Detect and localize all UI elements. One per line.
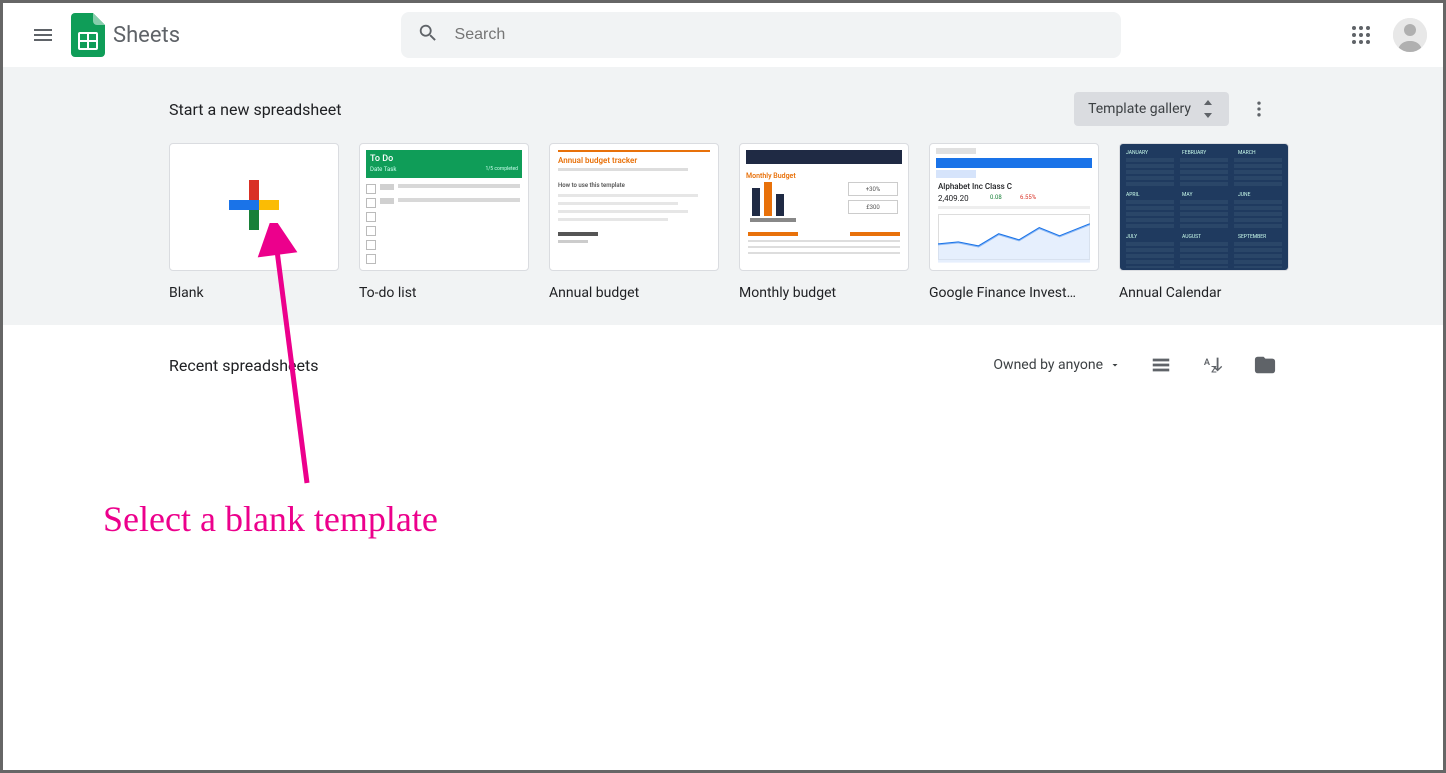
- account-avatar[interactable]: [1393, 18, 1427, 52]
- recent-controls: Owned by anyone AZ: [993, 353, 1277, 377]
- template-google-finance[interactable]: Alphabet Inc Class C 2,409.20 0.08 6.55%…: [929, 143, 1099, 301]
- logo-area[interactable]: Sheets: [71, 13, 180, 57]
- search-icon: [417, 22, 439, 48]
- svg-text:A: A: [1204, 358, 1211, 368]
- template-todo-label: To-do list: [359, 285, 529, 301]
- template-blank-label: Blank: [169, 285, 339, 301]
- list-view-button[interactable]: [1149, 353, 1173, 377]
- template-annual-calendar-label: Annual Calendar: [1119, 285, 1289, 301]
- header: Sheets: [3, 3, 1443, 67]
- recent-section-title: Recent spreadsheets: [169, 356, 319, 375]
- sort-az-button[interactable]: AZ: [1201, 353, 1225, 377]
- unfold-more-icon: [1201, 100, 1215, 118]
- annotation-text: Select a blank template: [103, 498, 438, 540]
- template-annual-calendar[interactable]: JANUARY FEBRUARY MARCH APRIL MAY JUNE JU…: [1119, 143, 1289, 301]
- template-gallery-label: Template gallery: [1088, 101, 1191, 117]
- template-monthly-budget-thumb: Monthly Budget +30% £300: [739, 143, 909, 271]
- plus-icon: [227, 178, 281, 236]
- templates-header: Start a new spreadsheet Template gallery: [163, 83, 1283, 143]
- template-blank[interactable]: Blank: [169, 143, 339, 301]
- template-monthly-budget-label: Monthly budget: [739, 285, 909, 301]
- template-google-finance-label: Google Finance Invest…: [929, 285, 1099, 301]
- template-todo-thumb: To Do Date Task 1/5 completed: [359, 143, 529, 271]
- templates-controls: Template gallery: [1074, 91, 1277, 127]
- more-options-button[interactable]: [1241, 91, 1277, 127]
- template-blank-thumb: [169, 143, 339, 271]
- template-annual-calendar-thumb: JANUARY FEBRUARY MARCH APRIL MAY JUNE JU…: [1119, 143, 1289, 271]
- ownership-filter[interactable]: Owned by anyone: [993, 357, 1121, 373]
- open-file-picker-button[interactable]: [1253, 353, 1277, 377]
- dropdown-icon: [1109, 359, 1121, 371]
- recent-section: Recent spreadsheets Owned by anyone AZ: [3, 325, 1443, 405]
- templates-row: Blank To Do Date Task 1/5 completed: [163, 143, 1283, 301]
- template-annual-budget-thumb: Annual budget tracker How to use this te…: [549, 143, 719, 271]
- search-wrap: [180, 12, 1341, 58]
- google-apps-button[interactable]: [1341, 15, 1381, 55]
- header-right: [1341, 15, 1427, 55]
- template-annual-budget-label: Annual budget: [549, 285, 719, 301]
- search-input[interactable]: [455, 26, 1105, 44]
- sheets-icon: [71, 13, 105, 57]
- main-menu-button[interactable]: [19, 11, 67, 59]
- ownership-filter-label: Owned by anyone: [993, 357, 1103, 373]
- template-monthly-budget[interactable]: Monthly Budget +30% £300 Monthly budget: [739, 143, 909, 301]
- template-gallery-button[interactable]: Template gallery: [1074, 92, 1229, 126]
- search-bar[interactable]: [401, 12, 1121, 58]
- template-google-finance-thumb: Alphabet Inc Class C 2,409.20 0.08 6.55%: [929, 143, 1099, 271]
- template-todo[interactable]: To Do Date Task 1/5 completed To-do list: [359, 143, 529, 301]
- templates-section: Start a new spreadsheet Template gallery: [3, 67, 1443, 325]
- templates-section-title: Start a new spreadsheet: [169, 100, 341, 119]
- recent-header: Recent spreadsheets Owned by anyone AZ: [163, 345, 1283, 385]
- template-annual-budget[interactable]: Annual budget tracker How to use this te…: [549, 143, 719, 301]
- app-title: Sheets: [113, 23, 180, 48]
